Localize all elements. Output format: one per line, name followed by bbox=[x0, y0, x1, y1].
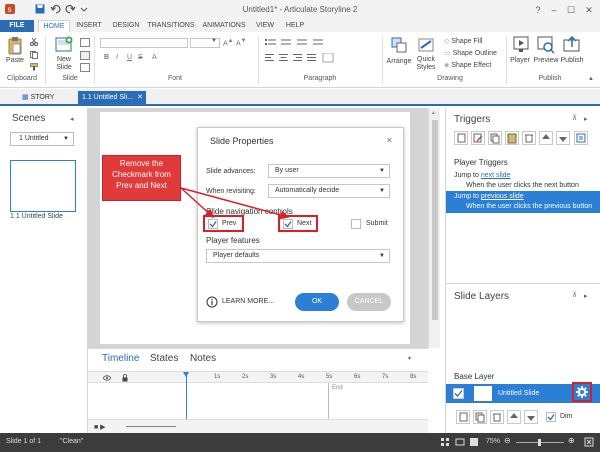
slide-count: Slide 1 of 1 bbox=[6, 438, 42, 445]
tick-label: 6s bbox=[354, 374, 361, 380]
tick-label: 4s bbox=[298, 374, 305, 380]
delete-layer-icon[interactable] bbox=[490, 410, 504, 424]
timeline-collapse-icon[interactable]: ▾ bbox=[408, 355, 411, 362]
layer-up-icon[interactable] bbox=[507, 410, 521, 424]
trigger-condition: When the user clicks the next button bbox=[466, 182, 579, 189]
end-label: End bbox=[332, 385, 343, 391]
zoom-in-icon[interactable]: ⊕ bbox=[568, 436, 575, 445]
tick-label: 5s bbox=[326, 374, 333, 380]
dim-label: Dim bbox=[560, 413, 573, 420]
trigger-prefix: Jump to bbox=[454, 172, 481, 179]
new-layer-icon[interactable] bbox=[456, 410, 470, 424]
trigger-prefix: Jump to bbox=[454, 193, 481, 200]
timeline-panel: Timeline States Notes ▾ 1s 2s 3s 4s 5s 6… bbox=[88, 348, 428, 434]
tick-label: 2s bbox=[242, 374, 249, 380]
play-controls[interactable]: ■ ▶ bbox=[94, 423, 106, 431]
fit-view-icon[interactable] bbox=[440, 437, 450, 447]
paste-trigger-icon[interactable] bbox=[505, 131, 519, 145]
tick-label: 8s bbox=[410, 374, 417, 380]
slide-layers-title: Slide Layers bbox=[454, 291, 510, 302]
duplicate-layer-icon[interactable] bbox=[473, 410, 487, 424]
timeline-footer: ■ ▶ bbox=[88, 419, 428, 434]
move-down-icon[interactable] bbox=[556, 131, 570, 145]
layers-collapse-icon[interactable]: ⊼ bbox=[572, 291, 577, 299]
status-bar: Slide 1 of 1 "Clean" 75% ⊖ ⊕ bbox=[0, 433, 600, 452]
trigger-condition: When the user clicks the previous button bbox=[466, 203, 593, 210]
tick-label: 7s bbox=[382, 374, 389, 380]
zoom-slider[interactable] bbox=[516, 439, 564, 446]
layer-name: Untitled Slide bbox=[498, 390, 540, 397]
zoom-out-icon[interactable]: ⊖ bbox=[504, 436, 511, 445]
triggers-title: Triggers bbox=[454, 114, 491, 125]
trigger-link[interactable]: next slide bbox=[481, 172, 511, 179]
trigger-link[interactable]: previous slide bbox=[481, 193, 524, 200]
edit-trigger-icon[interactable] bbox=[471, 131, 485, 145]
fit-to-window-icon[interactable] bbox=[584, 437, 594, 447]
playhead[interactable] bbox=[183, 372, 189, 419]
tab-states[interactable]: States bbox=[150, 353, 178, 364]
panel-divider bbox=[446, 283, 600, 284]
timeline-zoom-slider[interactable] bbox=[126, 426, 176, 427]
layer-thumbnail bbox=[474, 386, 492, 401]
full-view-icon[interactable] bbox=[469, 437, 479, 447]
move-up-icon[interactable] bbox=[539, 131, 553, 145]
slide-layers-panel: Slide Layers ⊼ ▸ Base Layer Untitled Sli… bbox=[445, 283, 600, 433]
end-marker[interactable] bbox=[328, 383, 329, 419]
delete-trigger-icon[interactable] bbox=[522, 131, 536, 145]
layer-visibility-checkbox[interactable] bbox=[453, 388, 464, 399]
trigger-item[interactable]: Jump to next slide When the user clicks … bbox=[452, 170, 598, 192]
tick-label: 1s bbox=[214, 374, 221, 380]
base-layer-label: Base Layer bbox=[454, 372, 495, 381]
trigger-variables-icon[interactable] bbox=[574, 131, 588, 145]
triggers-pin-icon[interactable]: ▸ bbox=[584, 115, 588, 123]
triggers-panel: Triggers ⊼ ▸ Player Triggers Jump to nex… bbox=[445, 108, 600, 283]
trigger-item-selected[interactable]: Jump to previous slide When the user cli… bbox=[446, 191, 600, 213]
new-trigger-icon[interactable] bbox=[454, 131, 468, 145]
tab-timeline[interactable]: Timeline bbox=[102, 353, 139, 364]
timeline-ruler: 1s 2s 3s 4s 5s 6s 7s 8s bbox=[88, 371, 428, 383]
layer-down-icon[interactable] bbox=[524, 410, 538, 424]
tick-label: 3s bbox=[270, 374, 277, 380]
copy-trigger-icon[interactable] bbox=[488, 131, 502, 145]
normal-view-icon[interactable] bbox=[455, 437, 465, 447]
eye-icon[interactable] bbox=[103, 374, 111, 382]
triggers-collapse-icon[interactable]: ⊼ bbox=[572, 114, 577, 122]
tab-notes[interactable]: Notes bbox=[190, 353, 216, 364]
layer-properties-gear-icon[interactable] bbox=[572, 382, 592, 402]
dim-checkbox[interactable] bbox=[546, 412, 556, 422]
zoom-level: 75% bbox=[486, 438, 501, 445]
layers-pin-icon[interactable]: ▸ bbox=[584, 292, 588, 300]
theme-name: "Clean" bbox=[60, 438, 84, 445]
player-triggers-label: Player Triggers bbox=[454, 158, 508, 167]
lock-icon[interactable] bbox=[121, 374, 129, 382]
